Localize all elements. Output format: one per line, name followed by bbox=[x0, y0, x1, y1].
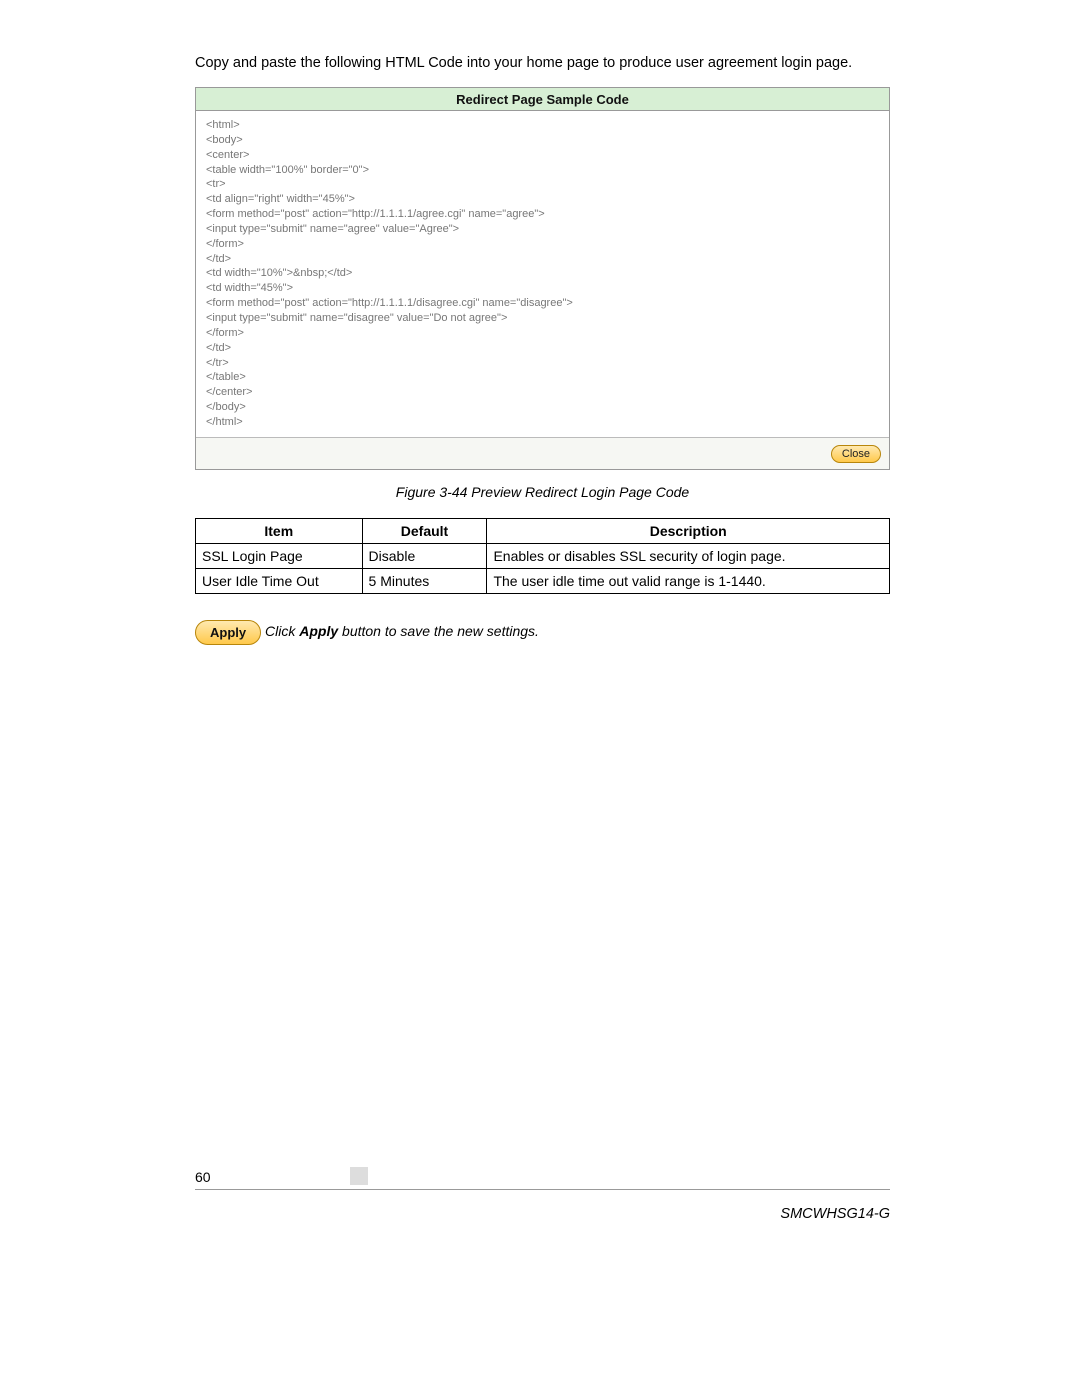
page-number: 60 bbox=[195, 1169, 350, 1185]
apply-text-suffix: button to save the new settings. bbox=[338, 623, 539, 639]
cell-item: SSL Login Page bbox=[196, 543, 363, 568]
properties-table: Item Default Description SSL Login Page … bbox=[195, 518, 890, 594]
sample-code-body: <html> <body> <center> <table width="100… bbox=[196, 111, 889, 437]
apply-instruction: Apply Click Apply button to save the new… bbox=[195, 620, 890, 645]
cell-item: User Idle Time Out bbox=[196, 568, 363, 593]
apply-text-bold: Apply bbox=[299, 623, 338, 639]
col-default: Default bbox=[362, 518, 487, 543]
cell-default: Disable bbox=[362, 543, 487, 568]
footer-marker-icon bbox=[350, 1167, 368, 1185]
figure-caption: Figure 3-44 Preview Redirect Login Page … bbox=[195, 484, 890, 500]
cell-default: 5 Minutes bbox=[362, 568, 487, 593]
table-header-row: Item Default Description bbox=[196, 518, 890, 543]
close-button[interactable]: Close bbox=[831, 445, 881, 463]
sample-code-panel: Redirect Page Sample Code <html> <body> … bbox=[195, 87, 890, 470]
apply-text-prefix: Click bbox=[265, 623, 299, 639]
sample-code-text: <html> <body> <center> <table width="100… bbox=[206, 118, 879, 430]
intro-text: Copy and paste the following HTML Code i… bbox=[195, 55, 890, 71]
apply-button[interactable]: Apply bbox=[195, 620, 261, 645]
model-id: SMCWHSG14-G bbox=[195, 1206, 890, 1222]
col-item: Item bbox=[196, 518, 363, 543]
table-row: User Idle Time Out 5 Minutes The user id… bbox=[196, 568, 890, 593]
sample-code-title: Redirect Page Sample Code bbox=[196, 88, 889, 111]
col-desc: Description bbox=[487, 518, 890, 543]
table-row: SSL Login Page Disable Enables or disabl… bbox=[196, 543, 890, 568]
cell-desc: Enables or disables SSL security of logi… bbox=[487, 543, 890, 568]
cell-desc: The user idle time out valid range is 1-… bbox=[487, 568, 890, 593]
